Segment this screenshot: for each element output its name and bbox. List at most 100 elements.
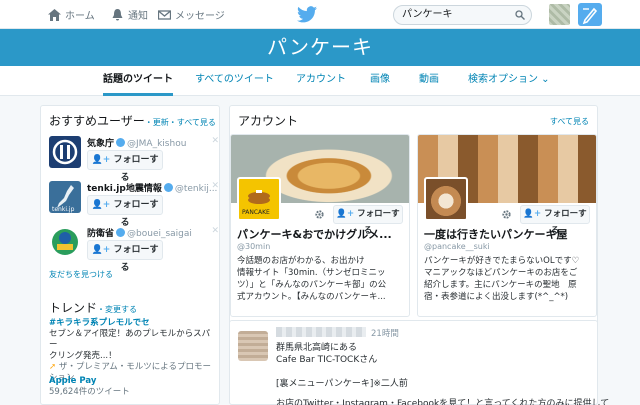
view-all-link[interactable]: ・すべて見る (169, 118, 216, 127)
search-icon[interactable] (515, 10, 525, 20)
who-to-follow-header: おすすめユーザー・更新・すべて見る (49, 112, 216, 129)
follow-button[interactable]: 👤+ フォローする (87, 195, 163, 228)
verified-icon (116, 228, 126, 237)
follow-label: フォローする (113, 200, 159, 228)
nav-notifications-label: 通知 (128, 11, 148, 22)
bio-line: パンケーキが好きでたまらないOLです♡ (424, 256, 580, 266)
follow-person-icon: 👤+ (336, 209, 355, 219)
bio-line: 紹介します。主にパンケーキの聖地 原 (424, 280, 577, 290)
verified-icon (116, 138, 126, 147)
suggested-user: 防衛省 @bouei_saigai ✕ 👤+ フォローする (49, 226, 219, 273)
tab-top-tweets[interactable]: 話題のツイート (103, 66, 173, 96)
nav-messages-label: メッセージ (175, 11, 225, 22)
who-to-follow-title: おすすめユーザー (49, 114, 145, 128)
svg-text:tenki.jp: tenki.jp (52, 206, 75, 213)
trends-title: トレンド (49, 301, 98, 315)
dismiss-icon[interactable]: ✕ (211, 136, 219, 146)
compose-tweet-button[interactable] (578, 3, 602, 26)
card-handle: @30min (237, 242, 271, 251)
user-display-name: 防衛省 (87, 229, 115, 239)
gear-icon[interactable] (501, 209, 512, 220)
avatar[interactable] (49, 136, 81, 168)
verified-icon (163, 183, 173, 192)
follow-person-icon: 👤+ (91, 245, 111, 255)
user-name[interactable]: 防衛省 @bouei_saigai (87, 226, 192, 239)
nav-notifications[interactable]: 通知 (111, 0, 148, 29)
bio-line: 宿・表参道によく出没します(*^_^*) (424, 292, 569, 302)
jma-logo-icon (52, 139, 78, 165)
find-friends-link[interactable]: 友だちを見つける (49, 269, 113, 280)
card-bio: パンケーキが好きでたまらないOLです♡ マニアックなほどパンケーキのお店をご 紹… (424, 255, 592, 303)
card-handle: @pancake__suki (424, 242, 490, 251)
tweet-timestamp[interactable]: 21時間 (371, 327, 399, 339)
bell-icon (112, 8, 123, 20)
trend-name[interactable]: Apple Pay (49, 376, 130, 387)
chevron-down-icon: ⌄ (538, 74, 550, 85)
trend-name[interactable]: #キラキラ系プレモルでセ (49, 318, 217, 329)
card-name[interactable]: パンケーキ&おでかけグルメ... (237, 226, 392, 242)
user-handle: @bouei_saigai (127, 229, 192, 239)
japan-map-icon: tenki.jp (52, 185, 75, 213)
bio-line: 式アカウント。【みんなのパンケーキ... (237, 292, 386, 302)
tweet-text-line: お店のTwitter・Instagram・Facebookを見て！と言ってくれた… (276, 399, 610, 405)
card-avatar[interactable]: PANCAKE (237, 177, 281, 221)
accounts-view-all-link[interactable]: すべて見る (550, 116, 589, 127)
follow-button[interactable]: 👤+ フォローする (87, 240, 163, 273)
user-name[interactable]: tenki.jp地震情報 @tenkij... (87, 181, 217, 194)
dismiss-icon[interactable]: ✕ (211, 226, 219, 236)
tab-search-options[interactable]: 検索オプション ⌄ (468, 66, 550, 96)
nav-messages[interactable]: メッセージ (158, 0, 225, 29)
pancake-logo-icon: PANCAKE (242, 190, 270, 216)
user-display-name: 気象庁 (87, 139, 115, 149)
trend-description: セブン＆アイ限定！あのプレモルからスパー (49, 329, 211, 350)
user-avatar[interactable] (549, 4, 570, 25)
tweet-avatar[interactable] (238, 331, 268, 361)
search-options-label: 検索オプション (468, 74, 538, 85)
follow-button[interactable]: 👤+ フォローする (333, 205, 403, 236)
tab-images[interactable]: 画像 (370, 66, 390, 96)
suggested-user: tenki.jp tenki.jp地震情報 @tenkij... ✕ 👤+ フォロ… (49, 181, 219, 228)
account-card[interactable]: 👤+ フォローする 一度は行きたいパンケーキ屋 @pancake__suki パ… (417, 134, 597, 317)
home-icon (48, 8, 61, 21)
user-name[interactable]: 気象庁 @JMA_kishou (87, 136, 186, 149)
follow-button[interactable]: 👤+ フォローする (520, 205, 590, 236)
trend-item[interactable]: Apple Pay 59,624件のツイート (49, 376, 130, 398)
dismiss-icon[interactable]: ✕ (211, 181, 219, 191)
search-input[interactable]: パンケーキ (393, 5, 532, 25)
left-sidebar: おすすめユーザー・更新・すべて見る 気象庁 @JMA_kishou ✕ 👤+ フォ… (40, 105, 220, 405)
tab-all-tweets[interactable]: すべてのツイート (195, 66, 274, 96)
search-query-banner: パンケーキ (0, 29, 640, 66)
tweet-text-line: [裏メニューパンケーキ]※二人前 (276, 379, 408, 389)
bio-line: 情報サイト「30min.（サンゼロミニッ (237, 268, 386, 278)
nav-home[interactable]: ホーム (48, 0, 95, 29)
tweet[interactable]: 21時間 群馬県北高崎にある Cafe Bar TIC-TOCKさん [裏メニュ… (229, 320, 609, 405)
bio-line: マニアックなほどパンケーキのお店をご (424, 268, 578, 278)
follow-button[interactable]: 👤+ フォローする (87, 150, 163, 183)
tab-accounts[interactable]: アカウント (296, 66, 346, 96)
follow-person-icon: 👤+ (523, 209, 542, 219)
promoted-icon: ➚ (49, 362, 59, 372)
change-trends-link[interactable]: ・変更する (97, 305, 137, 314)
search-tabs: 話題のツイート すべてのツイート アカウント 画像 動画 検索オプション ⌄ (0, 66, 640, 96)
avatar[interactable]: tenki.jp (49, 181, 81, 213)
avatar[interactable] (49, 226, 81, 258)
tweet-author-name-blurred[interactable] (276, 327, 366, 337)
quill-icon (582, 7, 598, 25)
follow-label: フォローする (113, 155, 159, 183)
trend-item[interactable]: #キラキラ系プレモルでセ セブン＆アイ限定！あのプレモルからスパー クリング発売… (49, 318, 217, 384)
card-name[interactable]: 一度は行きたいパンケーキ屋 (424, 226, 568, 242)
card-avatar[interactable] (424, 177, 468, 221)
gear-icon[interactable] (314, 209, 325, 220)
suggested-user: 気象庁 @JMA_kishou ✕ 👤+ フォローする (49, 136, 219, 183)
follow-person-icon: 👤+ (91, 200, 111, 210)
tab-videos[interactable]: 動画 (419, 66, 439, 96)
follow-label: フォローする (113, 245, 159, 273)
refresh-link[interactable]: ・更新 (145, 118, 169, 127)
avatar-wordmark: PANCAKE (242, 209, 270, 216)
trend-description-2: クリング発売...！ (49, 351, 117, 361)
account-card[interactable]: PANCAKE 👤+ フォローする パンケーキ&おでかけグルメ... @30mi… (230, 134, 410, 317)
banner-title: パンケーキ (267, 35, 373, 59)
accounts-title: アカウント (238, 114, 299, 128)
twitter-bird-icon[interactable] (297, 6, 317, 23)
trend-tweet-count: 59,624件のツイート (49, 387, 130, 397)
